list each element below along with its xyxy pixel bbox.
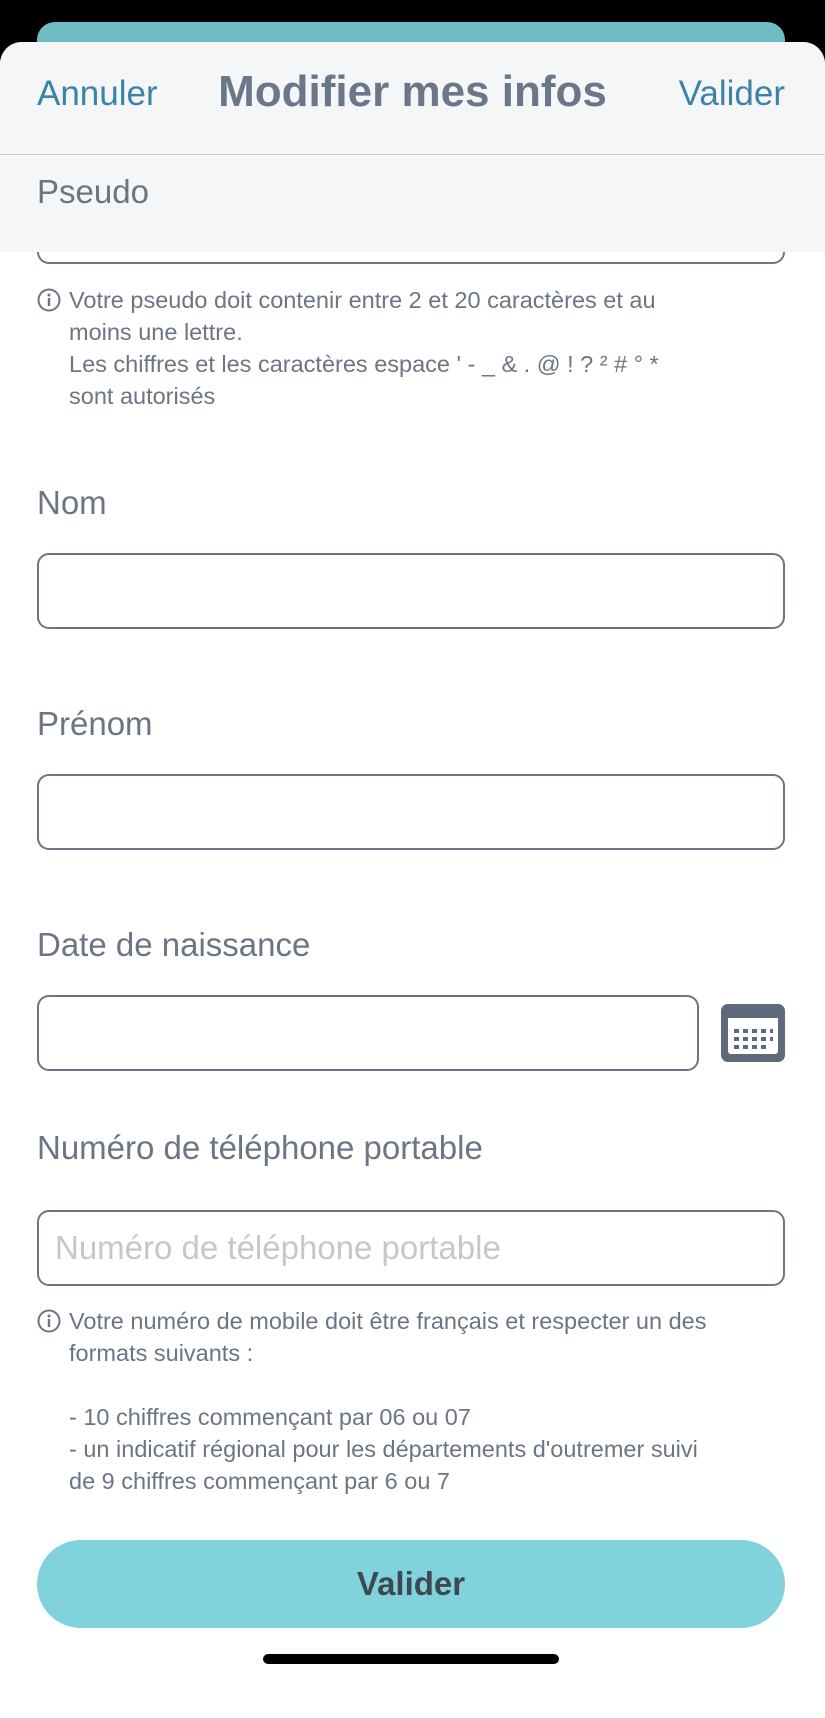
- birthdate-input[interactable]: [37, 995, 699, 1071]
- nom-input[interactable]: [37, 553, 785, 629]
- calendar-button[interactable]: [721, 1004, 785, 1062]
- phone-info-line: de 9 chiffres commençant par 6 ou 7: [69, 1468, 451, 1494]
- pseudo-info-line: sont autorisés: [69, 383, 216, 409]
- phone-label: Numéro de téléphone portable: [37, 1129, 483, 1166]
- home-indicator: [263, 1654, 559, 1664]
- modal-header: Annuler Modifier mes infos Valider: [0, 42, 825, 155]
- prenom-input[interactable]: [37, 774, 785, 850]
- pseudo-info-line: moins une lettre.: [69, 319, 243, 345]
- phone-info-line: Votre numéro de mobile doit être françai…: [69, 1308, 707, 1334]
- pseudo-label-bar: Pseudo: [0, 155, 825, 252]
- edit-info-sheet: Annuler Modifier mes infos Valider Pseud…: [0, 42, 825, 1718]
- nom-label: Nom: [37, 484, 107, 521]
- birthdate-label: Date de naissance: [37, 926, 311, 963]
- pseudo-info: Votre pseudo doit contenir entre 2 et 20…: [37, 284, 777, 412]
- phone-input[interactable]: Numéro de téléphone portable: [37, 1210, 785, 1286]
- pseudo-info-line: Les chiffres et les caractères espace ' …: [69, 351, 659, 377]
- pseudo-label: Pseudo: [37, 173, 149, 210]
- prenom-label: Prénom: [37, 705, 153, 742]
- info-icon: [37, 288, 61, 312]
- phone-placeholder: Numéro de téléphone portable: [55, 1229, 501, 1266]
- submit-button[interactable]: Valider: [37, 1540, 785, 1628]
- phone-info: Votre numéro de mobile doit être françai…: [37, 1305, 777, 1497]
- info-icon: [37, 1309, 61, 1333]
- calendar-icon: [728, 1018, 778, 1054]
- phone-info-line: formats suivants :: [69, 1340, 254, 1366]
- phone-info-line: - un indicatif régional pour les départe…: [69, 1436, 698, 1462]
- phone-info-line: - 10 chiffres commençant par 06 ou 07: [69, 1404, 471, 1430]
- pseudo-info-line: Votre pseudo doit contenir entre 2 et 20…: [69, 287, 656, 313]
- confirm-button-header[interactable]: Valider: [679, 76, 785, 111]
- phone-info-line: [69, 1369, 777, 1401]
